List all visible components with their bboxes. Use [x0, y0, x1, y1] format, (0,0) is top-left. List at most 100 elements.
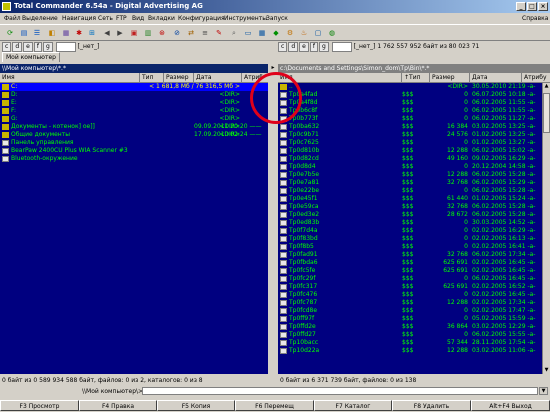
- compare-icon[interactable]: ≡: [199, 27, 211, 39]
- menu-navigation[interactable]: Навигация: [62, 13, 96, 24]
- column-name[interactable]: Имя: [0, 73, 140, 82]
- f5-copy-button[interactable]: F5 Копия: [157, 400, 235, 411]
- file-row[interactable]: Tp0fad91 $$$ 32 768 06.02.2005 17:34 -a-: [278, 251, 542, 259]
- menu-network[interactable]: Сеть: [98, 13, 113, 24]
- column-size[interactable]: Размер: [430, 73, 470, 82]
- drive-d-button[interactable]: d: [12, 41, 23, 52]
- ftp-icon[interactable]: ⊛: [156, 27, 168, 39]
- file-row[interactable]: Tp10d22a $$$ 12 288 03.02.2005 11:06 -a-: [278, 347, 542, 355]
- drive-c-button[interactable]: c: [278, 41, 288, 52]
- registry-icon[interactable]: ◆: [270, 27, 282, 39]
- file-row[interactable]: Tp0ed83b $$$ 0 30.03.2005 14:52 -a-: [278, 219, 542, 227]
- file-row[interactable]: Tp0ed3e2 $$$ 28 672 06.02.2005 15:28 -a-: [278, 211, 542, 219]
- file-row[interactable]: Tp0fcd8e $$$ 0 02.02.2005 17:47 -a-: [278, 307, 542, 315]
- calculator-icon[interactable]: ▦: [256, 27, 268, 39]
- file-row[interactable]: Tp0e7b5e $$$ 12 288 06.02.2005 15:28 -a-: [278, 171, 542, 179]
- monitor-icon[interactable]: ▢: [312, 27, 324, 39]
- menu-tabs[interactable]: Вкладки: [148, 13, 175, 24]
- drive-f-button[interactable]: f: [309, 41, 318, 52]
- file-row[interactable]: Tp0fc5fe $$$ 625 691 02.02.2005 16:45 -a-: [278, 267, 542, 275]
- panel-swap-icon[interactable]: ▸: [269, 64, 277, 72]
- scroll-thumb[interactable]: [543, 93, 550, 133]
- file-row[interactable]: Tp0fc476 $$$ 0 02.02.2005 16:45 -a-: [278, 291, 542, 299]
- column-size[interactable]: Размер: [164, 73, 194, 82]
- select-icon[interactable]: ⊞: [86, 27, 98, 39]
- file-row[interactable]: Tp0ba632 $$$ 16 384 03.02.2005 13:25 -a-: [278, 123, 542, 131]
- f6-move-button[interactable]: F6 Перемещ: [235, 400, 314, 411]
- ftp-disconnect-icon[interactable]: ⊘: [171, 27, 183, 39]
- file-row[interactable]: Tp0f83bd $$$ 0 02.02.2005 16:13 -a-: [278, 235, 542, 243]
- file-row[interactable]: Tp0e22be $$$ 0 06.02.2005 15:28 -a-: [278, 187, 542, 195]
- drive-row[interactable]: D: <DIR>: [0, 91, 268, 99]
- file-row[interactable]: Tp0e45f1 $$$ 61 440 01.02.2005 15:24 -a-: [278, 195, 542, 203]
- column-date[interactable]: Дата: [194, 73, 242, 82]
- drive-row[interactable]: BearPaw 2400CU Plus WIA Scanner #3: [0, 147, 268, 155]
- pack-icon[interactable]: ▣: [128, 27, 140, 39]
- scroll-up-icon[interactable]: ▲: [543, 83, 550, 90]
- tab-my-computer[interactable]: Мой компьютер: [2, 52, 60, 62]
- command-input[interactable]: [142, 387, 538, 395]
- file-row[interactable]: .. <DIR> 30.05.2010 21:19 -a-: [278, 83, 542, 91]
- file-row[interactable]: Tp0d82cd $$$ 49 160 09.02.2005 16:29 -a-: [278, 155, 542, 163]
- left-file-panel[interactable]: C: < 1 681,8 Мб / 76 316,5 Мб > D: <DIR> E: <…: [0, 83, 268, 374]
- flame-icon[interactable]: ♨: [298, 27, 310, 39]
- minimize-button[interactable]: _: [516, 2, 526, 11]
- menu-select[interactable]: Выделение: [22, 13, 58, 24]
- sync-icon[interactable]: ⇄: [185, 27, 197, 39]
- drive-e-button[interactable]: e: [299, 41, 309, 52]
- column-type[interactable]: ↑Тип: [402, 73, 430, 82]
- file-row[interactable]: Tp0f8b5 $$$ 0 02.02.2005 16:41 -a-: [278, 243, 542, 251]
- file-row[interactable]: Tp10bacc $$$ 57 344 28.11.2005 17:54 -a-: [278, 339, 542, 347]
- file-row[interactable]: Tp0e7a81 $$$ 32 768 06.02.2005 15:29 -a-: [278, 179, 542, 187]
- f3-view-button[interactable]: F3 Просмотр: [0, 400, 79, 411]
- notepad-icon[interactable]: ▭: [242, 27, 254, 39]
- drive-c-button[interactable]: c: [2, 41, 12, 52]
- column-date[interactable]: Дата: [470, 73, 522, 82]
- globe-icon[interactable]: ◍: [326, 27, 338, 39]
- column-type[interactable]: Тип: [140, 73, 164, 82]
- drive-row[interactable]: E: <DIR>: [0, 99, 268, 107]
- menu-configuration[interactable]: Конфигурация: [178, 13, 225, 24]
- file-row[interactable]: Tp0ffd2e $$$ 36 864 03.02.2005 12:29 -a-: [278, 323, 542, 331]
- menu-file[interactable]: Файл: [4, 13, 21, 24]
- left-path-bar[interactable]: \\Мой компьютер\*.*: [0, 64, 268, 73]
- alt-f4-exit-button[interactable]: Alt+F4 Выход: [471, 400, 550, 411]
- file-row[interactable]: Tp0fbda6 $$$ 625 691 02.02.2005 16:45 -a-: [278, 259, 542, 267]
- unpack-icon[interactable]: ▥: [142, 27, 154, 39]
- tree-icon[interactable]: ◧: [46, 27, 58, 39]
- refresh-icon[interactable]: ⟳: [4, 27, 16, 39]
- drive-row[interactable]: Документы - котенок] ое]] <DIR> 09.09.2011…: [0, 123, 268, 131]
- f4-edit-button[interactable]: F4 Правка: [79, 400, 157, 411]
- drive-e-button[interactable]: e: [23, 41, 33, 52]
- column-name[interactable]: Имя: [278, 73, 402, 82]
- right-file-panel[interactable]: .. <DIR> 30.05.2010 21:19 -a- Tp0a4fad $$$ 0 0…: [278, 83, 542, 374]
- forward-icon[interactable]: ▶: [114, 27, 126, 39]
- file-row[interactable]: Tp0c9b71 $$$ 24 576 01.02.2005 13:25 -a-: [278, 131, 542, 139]
- menu-tools[interactable]: Инструменты: [224, 13, 267, 24]
- drive-row[interactable]: Общие документы <DIR> 17.09.2010 02:24 ——: [0, 131, 268, 139]
- file-row[interactable]: Tp0b6c8f $$$ 0 06.02.2005 11:55 -a-: [278, 107, 542, 115]
- chevron-down-icon[interactable]: ▼: [539, 387, 548, 395]
- right-path-bar[interactable]: c:\Documents and Settings\Simon_dom\Tp\B…: [278, 64, 550, 73]
- menu-ftp[interactable]: FTP: [116, 13, 127, 24]
- file-row[interactable]: Tp0e59ca $$$ 32 768 06.02.2005 15:28 -a-: [278, 203, 542, 211]
- view-details-icon[interactable]: ☰: [31, 27, 43, 39]
- maximize-button[interactable]: □: [527, 2, 537, 11]
- column-attr[interactable]: Атрибу: [522, 73, 550, 82]
- menu-launch[interactable]: Запуск: [266, 13, 288, 24]
- file-row[interactable]: Tp0d8d4 $$$ 0 20.12.2004 14:58 -a-: [278, 163, 542, 171]
- file-row[interactable]: Tp0ff97f $$$ 0 05.02.2005 15:59 -a-: [278, 315, 542, 323]
- drive-row[interactable]: G: <DIR>: [0, 115, 268, 123]
- right-drive-combo[interactable]: [331, 41, 352, 52]
- drive-g-button[interactable]: g: [318, 41, 329, 52]
- f8-delete-button[interactable]: F8 Удалить: [392, 400, 471, 411]
- drive-row[interactable]: Bluetooth-окружение: [0, 155, 268, 163]
- drive-f-button[interactable]: f: [33, 41, 42, 52]
- file-row[interactable]: Tp0a4fad $$$ 0 06.07.2005 10:18 -a-: [278, 91, 542, 99]
- back-icon[interactable]: ◀: [101, 27, 113, 39]
- file-row[interactable]: Tp0a4f8d $$$ 0 06.02.2005 11:55 -a-: [278, 99, 542, 107]
- right-panel-scrollbar[interactable]: ▲ ▼: [542, 83, 550, 374]
- drive-row[interactable]: C: < 1 681,8 Мб / 76 316,5 Мб >: [0, 83, 268, 91]
- file-row[interactable]: Tp0fc787 $$$ 12 288 02.02.2005 17:34 -a-: [278, 299, 542, 307]
- file-row[interactable]: Tp0fc317 $$$ 625 691 02.02.2005 16:52 -a-: [278, 283, 542, 291]
